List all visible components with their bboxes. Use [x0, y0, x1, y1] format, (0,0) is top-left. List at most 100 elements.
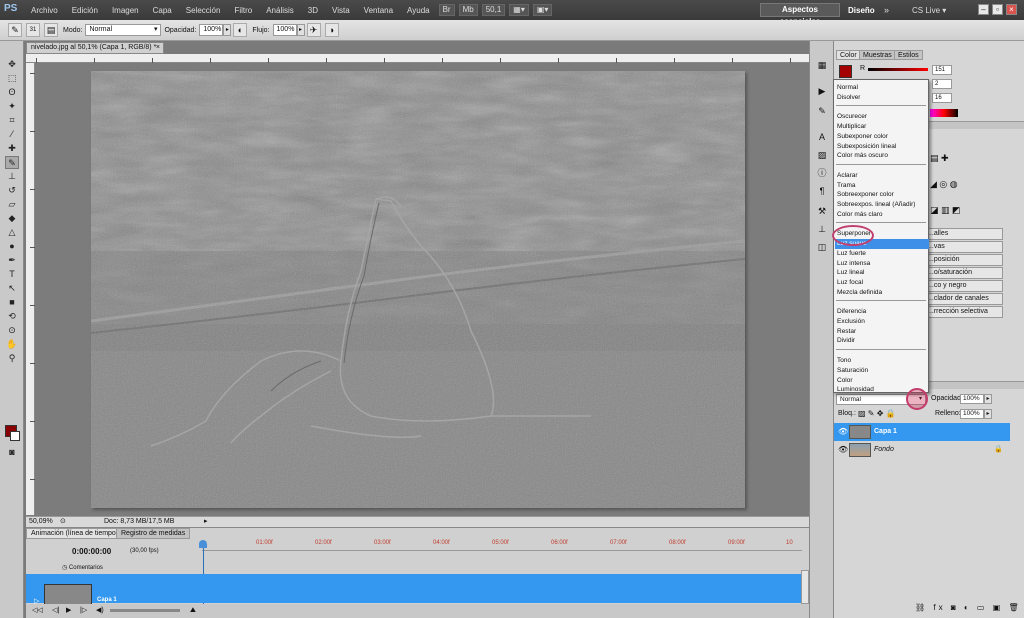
adjustment-preset-item[interactable]: ...clador de canales	[923, 293, 1003, 305]
menu-analisis[interactable]: Análisis	[259, 6, 301, 15]
visibility-eye-icon[interactable]: 👁	[838, 427, 848, 437]
blend-mode-option[interactable]: Luz intensa	[837, 259, 870, 268]
menu-ventana[interactable]: Ventana	[357, 6, 400, 15]
blend-mode-option[interactable]: Color	[837, 376, 853, 385]
menu-ayuda[interactable]: Ayuda	[400, 6, 437, 15]
blend-mode-option[interactable]: Trama	[837, 181, 856, 190]
move-tool-icon[interactable]: ✥	[5, 58, 19, 71]
menu-vista[interactable]: Vista	[325, 6, 357, 15]
blend-mode-option[interactable]: Disolver	[837, 93, 860, 102]
playhead[interactable]	[199, 540, 207, 548]
color-ramp[interactable]	[930, 109, 958, 117]
prev-frame-icon[interactable]: ◁|	[52, 604, 59, 618]
adjustment-icons-row-1[interactable]: ▤ ✚	[930, 153, 949, 164]
crop-tool-icon[interactable]: ⌗	[5, 114, 19, 127]
color-fg-swatch[interactable]	[839, 65, 852, 78]
blend-mode-option[interactable]: Tono	[837, 356, 851, 365]
menu-archivo[interactable]: Archivo	[24, 6, 65, 15]
clone-source-icon[interactable]: ⊥	[816, 223, 828, 235]
hand-tool-icon[interactable]: ✋	[5, 338, 19, 351]
first-frame-icon[interactable]: ◁◁	[32, 604, 43, 618]
lock-icons[interactable]: ▨ ✎ ✥ 🔒	[858, 409, 896, 418]
background-color-swatch[interactable]	[10, 431, 20, 441]
visibility-eye-icon[interactable]: 👁	[838, 445, 848, 455]
tab-styles[interactable]: Estilos	[894, 50, 923, 60]
dodge-tool-icon[interactable]: ●	[5, 240, 19, 253]
history-brush-tool-icon[interactable]: ↺	[5, 184, 19, 197]
status-menu-arrow-icon[interactable]: ▸	[204, 517, 208, 527]
blend-mode-option[interactable]: Color más oscuro	[837, 151, 888, 160]
audio-icon[interactable]: ◀)	[96, 604, 104, 618]
clone-stamp-tool-icon[interactable]: ⊥	[5, 170, 19, 183]
blend-mode-option[interactable]: Exclusión	[837, 317, 865, 326]
character-icon[interactable]: A	[816, 131, 828, 143]
timeline-layer-row[interactable]	[26, 574, 801, 603]
blend-mode-option[interactable]: Color más claro	[837, 210, 883, 219]
bridge-button[interactable]: Br	[438, 4, 455, 16]
zoom-in-icon[interactable]: ⛰	[190, 604, 196, 618]
history-icon[interactable]: ▦	[816, 59, 828, 71]
tab-swatches[interactable]: Muestras	[859, 50, 896, 60]
blend-mode-option[interactable]: Oscurecer	[837, 112, 867, 121]
layers-footer-buttons[interactable]: ⛓ fx ◙ ◐ ▭ ▣ 🗑	[915, 603, 1022, 612]
timeline-scrollbar[interactable]	[801, 570, 809, 604]
zoom-tool-icon[interactable]: ⚲	[5, 352, 19, 365]
tab-animation-timeline[interactable]: Animación (línea de tiempo)	[26, 528, 124, 539]
adjustment-icons-row-2[interactable]: ◢ ◎ ◍	[930, 179, 958, 190]
brush-preset-picker[interactable]: 31	[26, 23, 40, 37]
arrange-button[interactable]: ▦▾	[509, 4, 529, 16]
blend-mode-option[interactable]: Multiplicar	[837, 122, 866, 131]
b-value-input[interactable]: 16	[932, 93, 952, 103]
menu-edicion[interactable]: Edición	[65, 6, 105, 15]
brush-tool-icon[interactable]: ✎	[8, 23, 22, 37]
flow-slider-toggle[interactable]: ▸	[296, 24, 305, 36]
type-tool-icon[interactable]: T	[5, 268, 19, 281]
shape-tool-icon[interactable]: ■	[5, 296, 19, 309]
workspace-essentials-button[interactable]: Aspectos esenciales	[760, 3, 840, 26]
eyedropper-tool-icon[interactable]: ⁄	[5, 128, 19, 141]
minimize-button[interactable]: –	[978, 4, 989, 15]
opacity-slider-toggle[interactable]: ▸	[223, 24, 232, 36]
3d-orbit-tool-icon[interactable]: ⊙	[5, 324, 19, 337]
layer-opacity-input[interactable]: 100%	[960, 394, 984, 404]
adjustment-preset-item[interactable]: ...posición	[923, 254, 1003, 266]
blend-mode-option[interactable]: Diferencia	[837, 307, 866, 316]
document-tab[interactable]: nivelado.jpg al 50,1% (Capa 1, RGB/8) * ×	[26, 42, 164, 54]
r-value-input[interactable]: 151	[932, 65, 952, 75]
brush-tool-button[interactable]: ✎	[5, 156, 19, 169]
timeline-ruler[interactable]: 01:00f 02:00f 03:00f 04:00f 05:00f 06:00…	[202, 539, 802, 551]
layer-row-fondo[interactable]: 👁 Fondo 🔒	[834, 441, 1010, 459]
paragraph-icon[interactable]: ¶	[816, 185, 828, 197]
g-value-input[interactable]: 2	[932, 79, 952, 89]
close-button[interactable]: ×	[1006, 4, 1017, 15]
tool-presets-icon[interactable]: ⚒	[816, 205, 828, 217]
minibridge-button[interactable]: Mb	[458, 4, 478, 16]
mode-select[interactable]: Normal ▾	[85, 24, 162, 36]
pressure-size-icon[interactable]: ◑	[324, 23, 339, 37]
tab-color[interactable]: Color	[836, 50, 861, 60]
pen-tool-icon[interactable]: ✒	[5, 254, 19, 267]
adjustment-preset-item[interactable]: ...co y negro	[923, 280, 1003, 292]
workspace-design-button[interactable]: Diseño	[848, 6, 875, 15]
menu-3d[interactable]: 3D	[301, 6, 325, 15]
menu-filtro[interactable]: Filtro	[227, 6, 259, 15]
3d-rotate-tool-icon[interactable]: ⟲	[5, 310, 19, 323]
blend-mode-option[interactable]: Subexponer color	[837, 132, 888, 141]
adjustment-preset-item[interactable]: ...o/saturación	[923, 267, 1003, 279]
adjustment-preset-item[interactable]: ...vas	[923, 241, 1003, 253]
blend-mode-option[interactable]: Luz lineal	[837, 268, 864, 277]
blend-mode-option[interactable]: Saturación	[837, 366, 868, 375]
blend-mode-option[interactable]: Luminosidad	[837, 385, 874, 394]
workspace-more-button[interactable]: »	[884, 5, 889, 15]
zoom-slider[interactable]	[110, 609, 180, 612]
menu-capa[interactable]: Capa	[146, 6, 179, 15]
fill-slider-toggle[interactable]: ▸	[984, 409, 992, 419]
lasso-tool-icon[interactable]: ʘ	[5, 86, 19, 99]
quick-select-tool-icon[interactable]: ✦	[5, 100, 19, 113]
healing-brush-tool-icon[interactable]: ✚	[5, 142, 19, 155]
actions-icon[interactable]: ▶	[816, 85, 828, 97]
blend-mode-option[interactable]: Sobreexpos. lineal (Añadir)	[837, 200, 915, 209]
paint-bucket-tool-icon[interactable]: ◆	[5, 212, 19, 225]
status-icon[interactable]: ⊙	[60, 517, 66, 527]
layer-opacity-slider-toggle[interactable]: ▸	[984, 394, 992, 404]
